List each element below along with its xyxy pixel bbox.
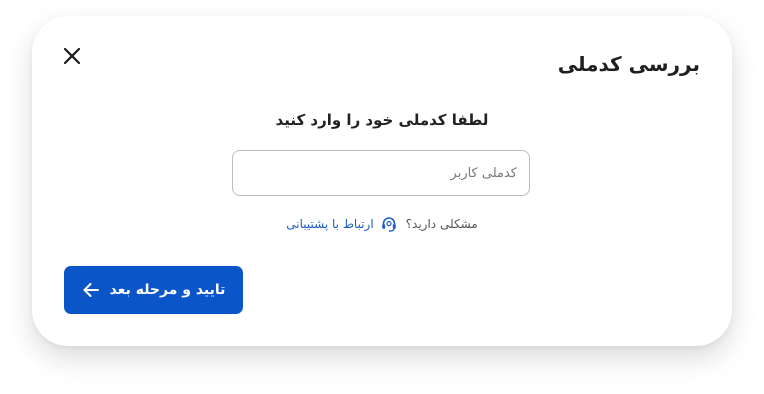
help-question: مشکلی دارید؟: [405, 217, 478, 231]
submit-button[interactable]: تایید و مرحله بعد: [64, 266, 243, 314]
national-id-input[interactable]: [232, 150, 530, 196]
arrow-left-icon: [82, 281, 100, 299]
submit-button-label: تایید و مرحله بعد: [109, 282, 226, 298]
dialog-title: بررسی کدملی: [557, 52, 700, 76]
support-link[interactable]: ارتباط با پشتیبانی: [286, 215, 397, 233]
headset-icon: [380, 215, 398, 233]
national-id-dialog: بررسی کدملی لطفا کدملی خود را وارد کنید …: [32, 16, 732, 346]
close-button[interactable]: [60, 44, 84, 68]
close-icon: [63, 47, 81, 65]
page: بررسی کدملی لطفا کدملی خود را وارد کنید …: [0, 0, 764, 394]
help-row: مشکلی دارید؟ ارتباط با پشتیبانی: [32, 214, 732, 234]
form-prompt: لطفا کدملی خود را وارد کنید: [275, 111, 489, 129]
support-link-label: ارتباط با پشتیبانی: [286, 217, 374, 231]
